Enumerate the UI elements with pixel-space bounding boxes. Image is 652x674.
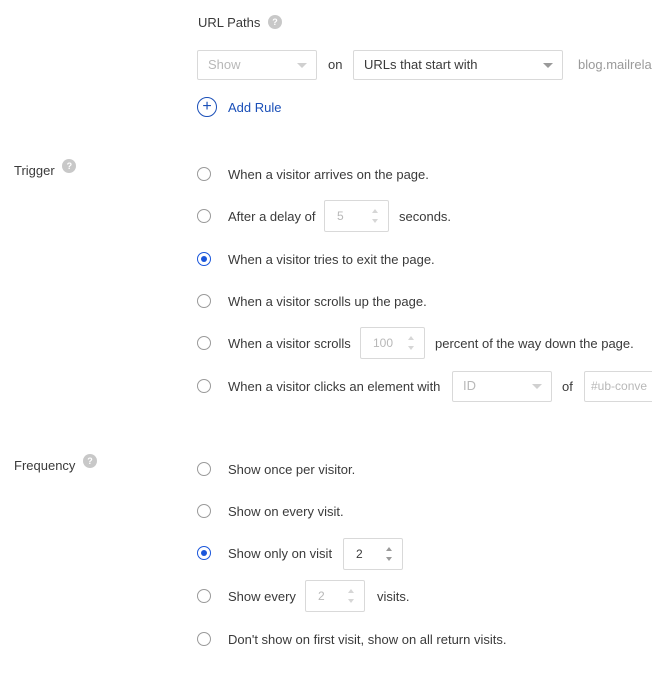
trigger-radio-delay[interactable]: [197, 209, 211, 223]
add-circle-icon[interactable]: +: [197, 97, 217, 117]
on-label: on: [328, 57, 343, 72]
url-match-select-value: URLs that start with: [364, 57, 478, 72]
add-rule-button[interactable]: Add Rule: [228, 100, 281, 115]
show-select[interactable]: Show: [197, 50, 317, 80]
frequency-label: Frequency: [14, 458, 76, 473]
frequency-heading: Frequency ?: [14, 454, 98, 473]
trigger-label-percent-down: percent of the way down the page.: [435, 336, 634, 351]
element-selector-type-value: ID: [463, 378, 476, 393]
frequency-label-return-visits: Don't show on first visit, show on all r…: [228, 632, 507, 647]
frequency-label-only-on-visit: Show only on visit: [228, 546, 333, 561]
trigger-label-click-element: When a visitor clicks an element with: [228, 379, 441, 394]
delay-seconds-value: 5: [337, 209, 344, 223]
only-on-visit-value: 2: [356, 547, 363, 561]
only-on-visit-stepper[interactable]: 2: [343, 538, 403, 570]
frequency-radio-only-on-visit[interactable]: [197, 546, 211, 560]
frequency-radio-return-visits[interactable]: [197, 632, 211, 646]
frequency-radio-once[interactable]: [197, 462, 211, 476]
trigger-label: Trigger: [14, 163, 55, 178]
stepper-down-icon[interactable]: [372, 219, 378, 223]
help-icon[interactable]: ?: [83, 454, 98, 468]
help-icon[interactable]: ?: [268, 15, 283, 29]
url-paths-label: URL Paths: [198, 15, 261, 30]
show-every-stepper[interactable]: 2: [305, 580, 365, 612]
trigger-radio-exit[interactable]: [197, 252, 211, 266]
frequency-label-every-visit: Show on every visit.: [228, 504, 344, 519]
frequency-radio-show-every[interactable]: [197, 589, 211, 603]
url-paths-heading: URL Paths ?: [198, 15, 283, 30]
frequency-label-show-every: Show every: [228, 589, 296, 604]
stepper-up-icon[interactable]: [348, 589, 354, 593]
element-selector-input[interactable]: #ub-conve: [584, 371, 652, 402]
trigger-radio-scroll-percent[interactable]: [197, 336, 211, 350]
of-label: of: [562, 379, 573, 394]
url-value-field[interactable]: blog.mailrela: [578, 57, 652, 72]
delay-seconds-stepper[interactable]: 5: [324, 200, 389, 232]
element-selector-type-select[interactable]: ID: [452, 371, 552, 402]
trigger-radio-click-element[interactable]: [197, 379, 211, 393]
url-match-select[interactable]: URLs that start with: [353, 50, 563, 80]
stepper-down-icon[interactable]: [408, 346, 414, 350]
frequency-label-once: Show once per visitor.: [228, 462, 356, 477]
chevron-down-icon: [297, 63, 307, 68]
stepper-up-icon[interactable]: [386, 547, 392, 551]
stepper-down-icon[interactable]: [348, 599, 354, 603]
stepper-up-icon[interactable]: [372, 209, 378, 213]
trigger-heading: Trigger ?: [14, 159, 77, 178]
trigger-label-delay: After a delay of: [228, 209, 316, 224]
stepper-up-icon[interactable]: [408, 336, 414, 340]
show-select-value: Show: [208, 57, 241, 72]
chevron-down-icon: [543, 63, 553, 68]
scroll-percent-stepper[interactable]: 100: [360, 327, 425, 359]
stepper-down-icon[interactable]: [386, 557, 392, 561]
help-icon[interactable]: ?: [62, 159, 77, 173]
trigger-label-scroll-up: When a visitor scrolls up the page.: [228, 294, 427, 309]
trigger-label-seconds: seconds.: [399, 209, 452, 224]
trigger-radio-scroll-up[interactable]: [197, 294, 211, 308]
trigger-radio-arrive[interactable]: [197, 167, 211, 181]
show-every-value: 2: [318, 589, 325, 603]
trigger-label-scroll-percent: When a visitor scrolls: [228, 336, 351, 351]
trigger-label-arrive: When a visitor arrives on the page.: [228, 167, 429, 182]
frequency-label-visits: visits.: [377, 589, 410, 604]
chevron-down-icon: [532, 384, 542, 389]
scroll-percent-value: 100: [373, 336, 394, 350]
trigger-label-exit: When a visitor tries to exit the page.: [228, 252, 435, 267]
frequency-radio-every-visit[interactable]: [197, 504, 211, 518]
